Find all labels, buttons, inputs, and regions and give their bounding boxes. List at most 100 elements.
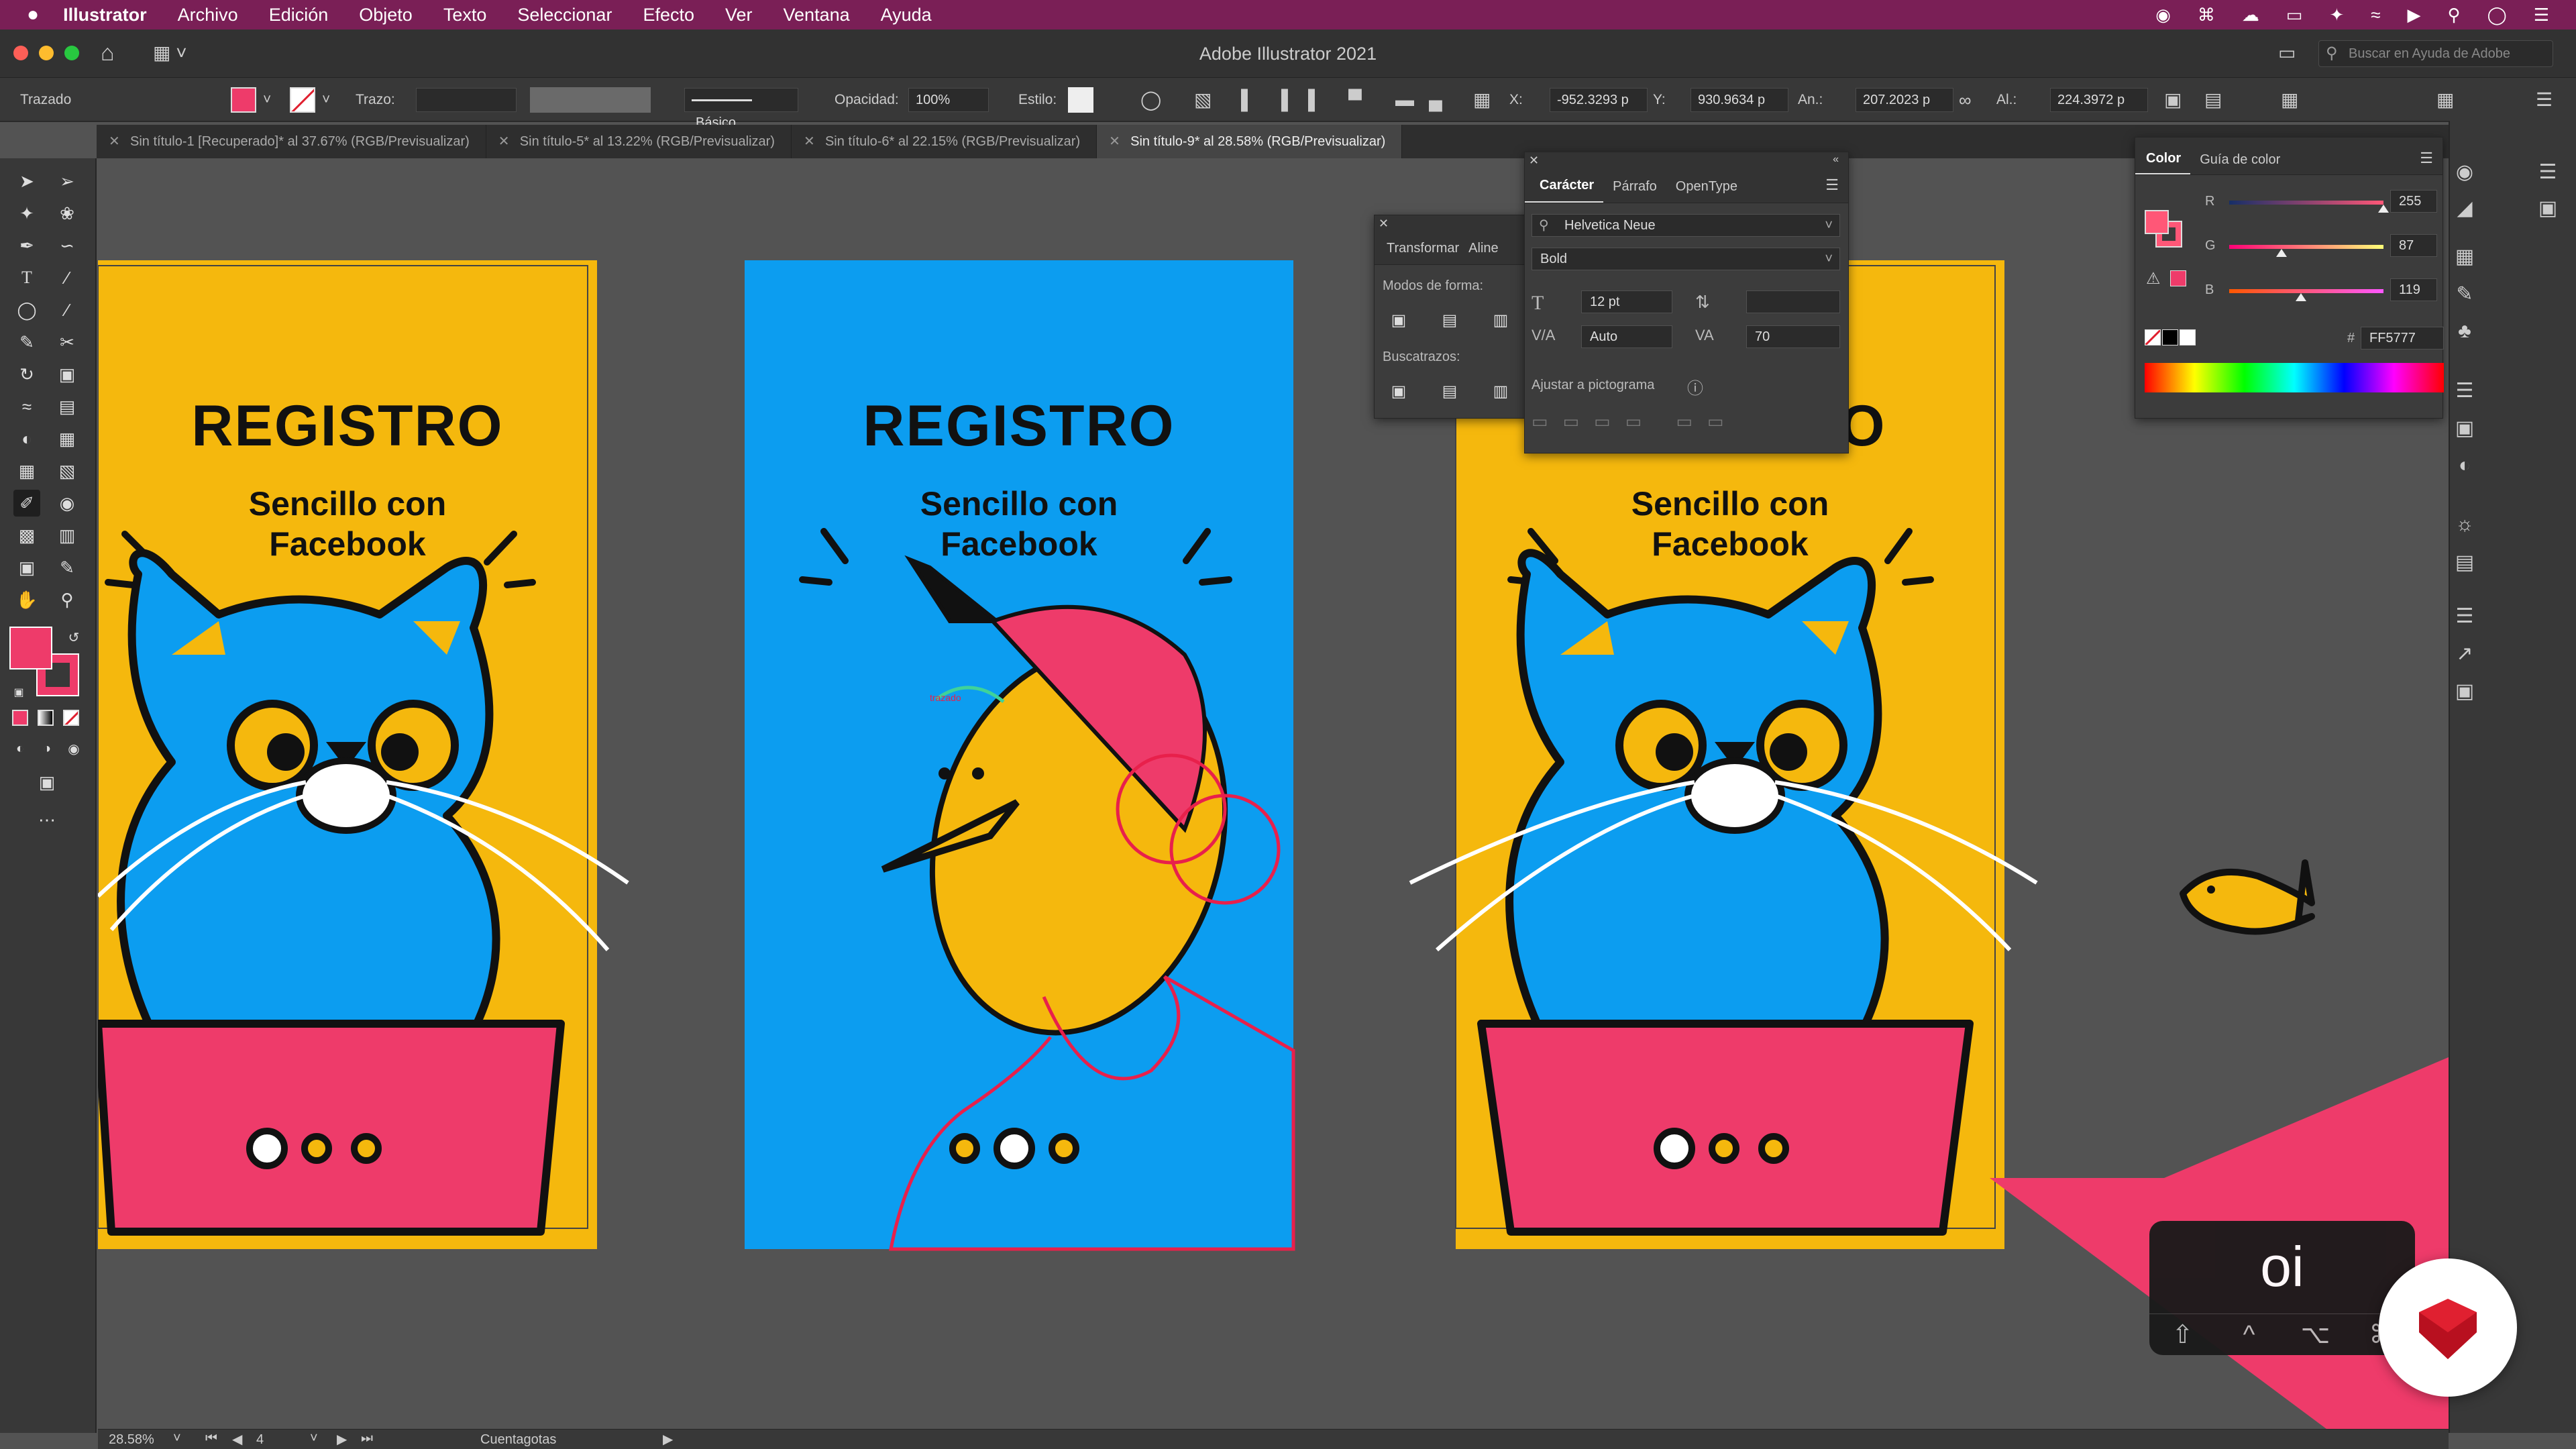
stroke-dropdown-icon[interactable]: ˅ <box>322 78 330 122</box>
menu-efecto[interactable]: Efecto <box>643 5 694 25</box>
intersect-shape-icon[interactable]: ▥ <box>1487 307 1514 333</box>
control-bar-menu-icon[interactable]: ☰ <box>2536 78 2553 122</box>
panel-menu-icon[interactable]: ☰ <box>1825 176 1839 194</box>
color-panel-icon[interactable]: ◉ <box>2450 157 2479 186</box>
control-center-icon[interactable]: ☰ <box>2534 5 2549 25</box>
none-swatch[interactable] <box>2145 329 2161 345</box>
stroke-weight-field[interactable] <box>416 88 517 112</box>
apple-icon[interactable]: ● <box>27 3 39 26</box>
variable-width-profile[interactable] <box>530 87 651 113</box>
status-menu-icon[interactable]: ▶ <box>663 1431 673 1448</box>
minus-front-icon[interactable]: ▤ <box>1436 307 1463 333</box>
magic-wand-tool-icon[interactable]: ✦ <box>13 200 40 227</box>
scale-tool-icon[interactable]: ▣ <box>54 361 80 388</box>
selection-tool-icon[interactable]: ➤ <box>13 168 40 195</box>
menu-edicion[interactable]: Edición <box>269 5 329 25</box>
height-field[interactable]: 224.3972 p <box>2050 88 2148 112</box>
white-swatch[interactable] <box>2180 329 2196 345</box>
eyedropper-tool-icon[interactable]: ✐ <box>13 490 40 517</box>
brushes-panel-icon[interactable]: ✎ <box>2450 279 2479 309</box>
font-size-field[interactable]: 12 pt <box>1581 290 1672 313</box>
draw-behind-icon[interactable]: ◑ <box>34 735 60 762</box>
g-slider-thumb[interactable] <box>2276 249 2288 257</box>
gradient-tool-icon[interactable]: ▧ <box>54 458 80 484</box>
trim-icon[interactable]: ▤ <box>1436 378 1463 405</box>
column-graph-tool-icon[interactable]: ▥ <box>54 522 80 549</box>
fish-shape[interactable] <box>2180 859 2315 935</box>
asset-export-panel-icon[interactable]: ↗ <box>2450 639 2479 668</box>
close-tab-icon[interactable]: ✕ <box>109 125 120 158</box>
tracking-field[interactable]: 70 <box>1746 325 1840 348</box>
artboard-dropdown-icon[interactable]: ˅ <box>310 1431 318 1446</box>
color-guide-icon[interactable]: ◢ <box>2450 193 2479 223</box>
out-of-gamut-swatch[interactable] <box>2170 270 2186 286</box>
lasso-tool-icon[interactable]: ❀ <box>54 200 80 227</box>
graphic-styles-panel-icon[interactable]: ▤ <box>2450 547 2479 577</box>
volume-icon[interactable]: ▶ <box>2408 5 2421 25</box>
tab-document-5[interactable]: ✕ Sin título-5* al 13.22% (RGB/Previsuali… <box>486 125 792 158</box>
close-tab-icon[interactable]: ✕ <box>1109 125 1120 158</box>
properties-panel-icon[interactable]: ☰ <box>2533 157 2563 186</box>
tab-color[interactable]: Color <box>2135 151 2191 174</box>
tab-document-9[interactable]: ✕ Sin título-9* al 28.58% (RGB/Previsuali… <box>1097 125 1403 158</box>
warp-tool-icon[interactable]: ≈ <box>13 393 40 420</box>
stroke-panel-icon[interactable]: ☰ <box>2450 376 2479 405</box>
hand-tool-icon[interactable]: ✋ <box>13 586 40 613</box>
align-right-icon[interactable]: ▌ <box>1308 78 1322 122</box>
draw-normal-icon[interactable]: ◐ <box>7 735 34 762</box>
align-bottom-icon[interactable]: ▄ <box>1429 78 1442 122</box>
command-icon[interactable]: ⌘ <box>2198 5 2215 25</box>
black-swatch[interactable] <box>2162 329 2178 345</box>
globe-icon[interactable]: ◯ <box>1140 78 1161 122</box>
document-canvas[interactable]: REGISTRO Sencillo con Facebook REGISTRO … <box>98 158 2449 1433</box>
merge-icon[interactable]: ▥ <box>1487 378 1514 405</box>
constrain-proportions-icon[interactable]: ∞ <box>1959 78 1972 122</box>
workspace-switcher-icon[interactable]: ▦ ˅ <box>153 42 187 64</box>
zoom-dropdown-icon[interactable]: ˅ <box>173 1431 181 1446</box>
fill-dropdown-icon[interactable]: ˅ <box>263 78 271 122</box>
none-mode-button[interactable] <box>63 710 79 726</box>
divide-icon[interactable]: ▣ <box>1385 378 1412 405</box>
record-icon[interactable]: ◉ <box>2155 5 2171 25</box>
transparency-panel-icon[interactable]: ◐ <box>2450 451 2479 480</box>
y-position-field[interactable]: 930.9634 p <box>1690 88 1788 112</box>
menu-app-name[interactable]: Illustrator <box>63 5 147 25</box>
symbols-panel-icon[interactable]: ♣ <box>2450 317 2479 346</box>
r-value-field[interactable]: 255 <box>2390 190 2437 213</box>
menu-ventana[interactable]: Ventana <box>784 5 850 25</box>
artboard-tool-icon[interactable]: ▣ <box>13 554 40 581</box>
swatches-panel-icon[interactable]: ▦ <box>2450 241 2479 271</box>
style-swatch[interactable] <box>1068 87 1093 113</box>
gradient-panel-icon[interactable]: ▣ <box>2450 413 2479 443</box>
zoom-tool-icon[interactable]: ⚲ <box>54 586 80 613</box>
artboard-number[interactable]: 4 <box>256 1432 264 1448</box>
type-tool-icon[interactable]: T <box>13 264 40 291</box>
align-middle-icon[interactable]: ▬ <box>1395 78 1414 122</box>
opacity-field[interactable]: 100% <box>908 88 989 112</box>
zoom-level[interactable]: 28.58% <box>109 1432 154 1448</box>
r-slider[interactable] <box>2229 201 2383 205</box>
unite-shape-icon[interactable]: ▣ <box>1385 307 1412 333</box>
glyph-snap-icons[interactable]: ▭▭▭▭ ▭▭ <box>1532 411 1739 432</box>
menu-ayuda[interactable]: Ayuda <box>881 5 932 25</box>
appearance-panel-icon[interactable]: ☼ <box>2450 510 2479 539</box>
airplay-icon[interactable]: ▭ <box>2286 5 2303 25</box>
tab-transformar[interactable]: Transformar <box>1375 241 1464 264</box>
hex-value-field[interactable]: FF5777 <box>2361 327 2444 350</box>
color-spectrum[interactable] <box>2145 363 2444 392</box>
shape-builder-tool-icon[interactable]: ◐ <box>13 425 40 452</box>
first-artboard-icon[interactable]: ⏮ <box>205 1431 217 1446</box>
zoom-window-button[interactable] <box>64 46 79 60</box>
close-tab-icon[interactable]: ✕ <box>498 125 510 158</box>
collapse-panel-icon[interactable]: « <box>1833 154 1839 166</box>
previous-artboard-icon[interactable]: ◀ <box>232 1431 242 1448</box>
layers-panel-icon[interactable]: ☰ <box>2450 601 2479 631</box>
brush-definition-field[interactable]: Básico <box>684 88 798 130</box>
x-position-field[interactable]: -952.3293 p <box>1550 88 1648 112</box>
spotlight-search-icon[interactable]: ⚲ <box>2448 5 2461 25</box>
info-icon[interactable]: ⓘ <box>1687 375 1703 398</box>
scissors-tool-icon[interactable]: ✂ <box>54 329 80 356</box>
bluetooth-icon[interactable]: ✦ <box>2329 5 2344 25</box>
creative-cloud-icon[interactable]: ☁ <box>2242 5 2259 25</box>
symbol-sprayer-tool-icon[interactable]: ▩ <box>13 522 40 549</box>
